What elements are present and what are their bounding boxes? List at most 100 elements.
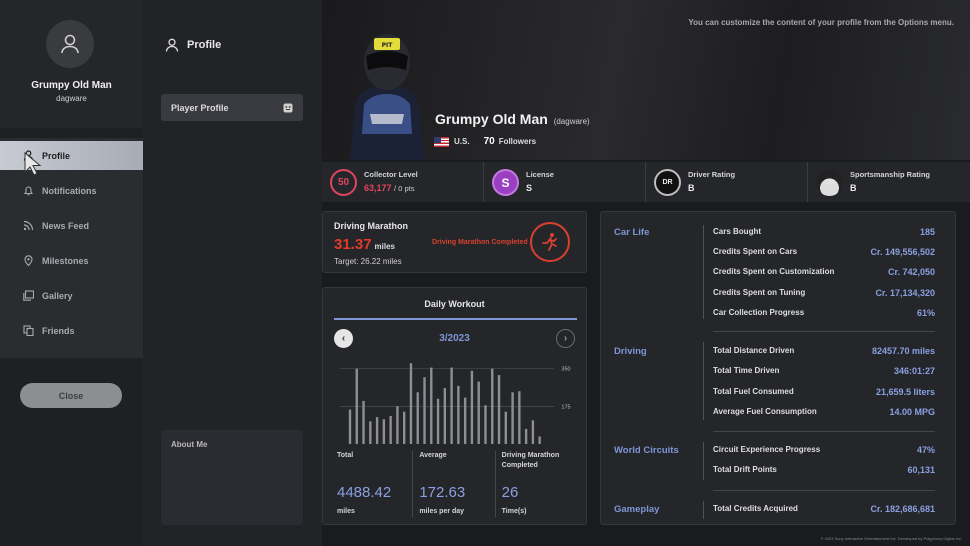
chart-bar: [396, 406, 399, 444]
person-icon: [61, 34, 79, 54]
stat-row: Credits Spent on Cars Cr. 149,556,502: [713, 247, 935, 257]
sportsmanship-badge: SR: [816, 169, 843, 196]
followers-count: 70: [483, 136, 495, 147]
sportsmanship-rating: SR Sportsmanship Rating B: [808, 162, 970, 202]
license-label: License: [526, 170, 554, 179]
sidebar-item-label: News Feed: [42, 220, 90, 231]
license-value: S: [526, 183, 533, 193]
stat-value: 61%: [916, 308, 935, 318]
driver-rating: DR Driver Rating B: [646, 162, 808, 202]
chart-bar: [457, 385, 460, 444]
face-icon: [283, 103, 293, 112]
cursor-icon: [24, 152, 42, 176]
stat-value: 21,659.5 liters: [875, 387, 935, 397]
daily-workout-chart: 350 175: [340, 363, 571, 444]
stat-value: 172.63: [419, 484, 466, 501]
section-gameplay: Gameplay: [614, 504, 660, 515]
chart-bar: [497, 375, 501, 444]
close-button[interactable]: Close: [20, 383, 122, 408]
stat-key: Circuit Experience Progress: [713, 445, 821, 454]
stat-key: Total Fuel Consumed: [713, 387, 794, 396]
stat-value: 26: [501, 484, 519, 501]
stat-row: Credits Spent on Tuning Cr. 17,134,320: [713, 288, 935, 298]
chart-bar: [375, 417, 379, 444]
legal-notice: © 2023 Sony Interactive Entertainment In…: [820, 536, 962, 541]
sidebar-item-profile[interactable]: Profile: [0, 141, 143, 170]
stats-strip: 50 Collector Level 63,177 / 0 pts S Lice…: [322, 162, 970, 202]
marathon-status: Driving Marathon Completed: [432, 239, 528, 246]
stat-key: Car Collection Progress: [713, 308, 805, 317]
divider: [713, 331, 935, 332]
sidebar-item-milestones[interactable]: Milestones: [0, 246, 143, 275]
stat-value: Cr. 182,686,681: [870, 504, 935, 514]
chart-bar: [491, 368, 494, 444]
player-profile-label: Player Profile: [171, 102, 229, 113]
chart-bar: [362, 400, 365, 444]
sportsmanship-label: Sportsmanship Rating: [850, 170, 931, 179]
stat-value: Cr. 17,134,320: [875, 288, 935, 298]
section-divider: [703, 225, 704, 319]
us-flag-icon: [434, 136, 449, 147]
stat-value: 60,131: [907, 465, 935, 475]
sidebar-item-gallery[interactable]: Gallery: [0, 281, 143, 310]
user-handle: dagware: [56, 94, 87, 103]
svg-text:PIT: PIT: [382, 42, 394, 49]
country: U.S.: [454, 137, 470, 146]
player-name: Grumpy Old Man (dagware): [435, 111, 590, 127]
chart-bar: [409, 363, 413, 444]
stat-key: Average Fuel Consumption: [713, 407, 817, 416]
stat-row: Car Collection Progress 61%: [713, 308, 935, 318]
sidebar-item-friends[interactable]: Friends: [0, 316, 143, 345]
chart-bar: [484, 405, 487, 444]
stat-row: Total Time Driven 346:01:27: [713, 366, 935, 376]
driver-rating-label: Driver Rating: [688, 170, 736, 179]
chart-bar: [389, 416, 392, 444]
next-month-button[interactable]: ›: [556, 329, 575, 348]
sidebar-item-notifications[interactable]: Notifications: [0, 176, 143, 205]
stat-key: Total Drift Points: [713, 465, 777, 474]
sportsmanship-value: B: [850, 183, 857, 193]
chart-bar: [430, 367, 433, 444]
gallery-icon: [22, 290, 34, 302]
collector-badge: 50: [330, 169, 357, 196]
section-divider: [703, 501, 704, 519]
chart-bar: [531, 420, 535, 444]
chart-bar: [524, 428, 528, 444]
stat-header: Driving Marathon Completed: [501, 452, 560, 469]
sidebar-item-label: Gallery: [42, 290, 73, 301]
player-profile-button[interactable]: Player Profile: [161, 94, 303, 121]
stat-row: Credits Spent on Customization Cr. 742,05…: [713, 267, 935, 277]
stat-value: 47%: [916, 445, 935, 455]
chevron-right-icon: ›: [563, 333, 568, 344]
marathon-value: 31.37 miles: [334, 236, 395, 253]
friends-icon: [22, 325, 34, 337]
stat-row: Cars Bought 185: [713, 227, 935, 237]
pin-icon: [22, 255, 34, 267]
stat-row: Circuit Experience Progress 47%: [713, 445, 935, 455]
stat-value: Cr. 149,556,502: [870, 247, 935, 257]
stat-row: Total Drift Points 60,131: [713, 465, 935, 475]
chart-bar: [355, 368, 358, 444]
chart-bar: [443, 388, 447, 444]
chart-bar: [470, 370, 474, 444]
about-me-panel[interactable]: About Me: [161, 430, 303, 525]
stat-key: Total Credits Acquired: [713, 504, 798, 513]
chart-bar: [450, 367, 453, 444]
divider: [713, 431, 935, 432]
sidebar-item-label: Profile: [42, 150, 71, 161]
workout-month: 3/2023: [439, 333, 470, 344]
driver-rating-badge: DR: [654, 169, 681, 196]
chart-bar: [538, 436, 541, 444]
sidebar-item-news-feed[interactable]: News Feed: [0, 211, 143, 240]
sidebar-item-label: Friends: [42, 325, 75, 336]
section-divider: [703, 442, 704, 480]
page-title: Profile: [165, 38, 221, 52]
workout-title: Daily Workout: [424, 299, 485, 309]
driver-avatar: PIT: [350, 34, 424, 160]
section-world-circuits: World Circuits: [614, 445, 679, 456]
section-driving: Driving: [614, 346, 647, 357]
driver-rating-value: B: [688, 183, 695, 193]
rss-icon: [22, 220, 34, 232]
stat-row: Average Fuel Consumption 14.00 MPG: [713, 407, 935, 417]
followers-label: Followers: [498, 137, 537, 146]
